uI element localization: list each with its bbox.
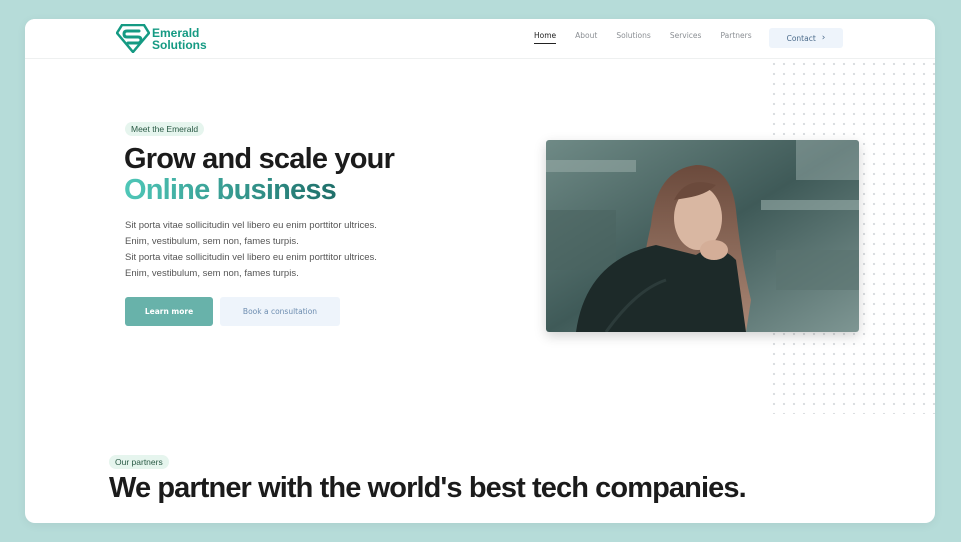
nav-about[interactable]: About bbox=[575, 31, 597, 44]
emerald-s-logo-icon bbox=[116, 24, 150, 53]
site-header: Emerald Solutions Home About Solutions S… bbox=[25, 19, 935, 59]
hero-description-line: Sit porta vitae sollicitudin vel libero … bbox=[125, 220, 377, 231]
brand-name: Emerald Solutions bbox=[152, 27, 207, 51]
contact-button[interactable]: Contact › bbox=[769, 28, 843, 48]
brand-logo[interactable]: Emerald Solutions bbox=[116, 24, 207, 53]
partners-badge: Our partners bbox=[109, 455, 169, 469]
brand-name-line1: Emerald bbox=[152, 25, 200, 40]
hero-photo bbox=[546, 140, 859, 332]
contact-button-label: Contact bbox=[786, 33, 816, 43]
hero-description: Sit porta vitae sollicitudin vel libero … bbox=[125, 218, 425, 282]
brand-name-line2: Solutions bbox=[152, 37, 207, 52]
nav-solutions[interactable]: Solutions bbox=[616, 31, 650, 44]
hero-photo-illustration bbox=[546, 140, 859, 332]
hero-description-line: Sit porta vitae sollicitudin vel libero … bbox=[125, 252, 377, 263]
nav-home[interactable]: Home bbox=[534, 31, 557, 44]
hero-description-line: Enim, vestibulum, sem non, fames turpis. bbox=[125, 236, 299, 247]
browser-frame: Emerald Solutions Home About Solutions S… bbox=[25, 19, 935, 523]
hero-title-line1: Grow and scale your bbox=[124, 143, 395, 175]
hero-badge: Meet the Emerald bbox=[125, 122, 205, 136]
book-consultation-button[interactable]: Book a consultation bbox=[220, 297, 340, 326]
nav-partners[interactable]: Partners bbox=[720, 31, 751, 44]
nav-services[interactable]: Services bbox=[670, 31, 702, 44]
chevron-right-icon: › bbox=[821, 33, 826, 43]
hero-title-line2: Online business bbox=[124, 174, 337, 206]
learn-more-button[interactable]: Learn more bbox=[125, 297, 213, 326]
partners-title: We partner with the world's best tech co… bbox=[109, 472, 747, 504]
main-nav: Home About Solutions Services Partners bbox=[534, 31, 771, 44]
hero-description-line: Enim, vestibulum, sem non, fames turpis. bbox=[125, 268, 299, 279]
